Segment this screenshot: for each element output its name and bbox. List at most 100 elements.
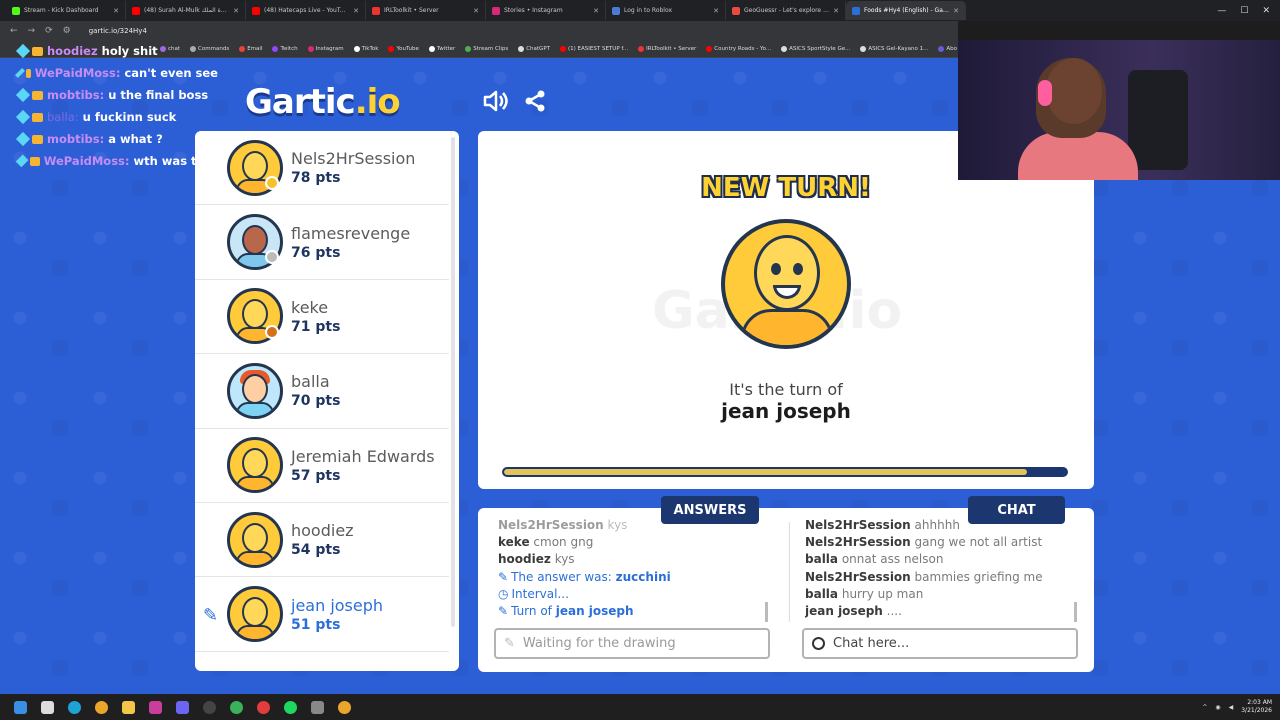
bookmark-item[interactable]: TikTok bbox=[353, 46, 378, 52]
bookmark-item[interactable]: (1) EASIEST SETUP f... bbox=[560, 46, 628, 52]
browser-tab[interactable]: IRLToolkit • Server ✕ bbox=[366, 1, 486, 20]
bookmark-item[interactable]: Twitter bbox=[428, 46, 455, 52]
share-icon[interactable] bbox=[523, 89, 547, 113]
tab-favicon-icon bbox=[732, 6, 740, 15]
player-row[interactable]: Jeremiah Edwards 57 pts bbox=[195, 429, 449, 503]
tab-close-icon[interactable]: ✕ bbox=[113, 7, 119, 15]
site-info-icon[interactable]: ⚙ bbox=[63, 26, 71, 36]
obs-icon[interactable] bbox=[203, 700, 216, 714]
crown-badge-icon bbox=[32, 112, 43, 122]
chat-input[interactable]: Chat here... bbox=[802, 628, 1078, 659]
browser-tab[interactable]: Log in to Roblox ✕ bbox=[606, 1, 726, 20]
bookmark-item[interactable]: Country Roads - Yo... bbox=[706, 46, 771, 52]
chrome-icon[interactable] bbox=[95, 700, 108, 714]
chat-text: bammies griefing me bbox=[914, 569, 1043, 584]
spotify-icon[interactable] bbox=[284, 700, 297, 714]
discord-icon[interactable] bbox=[176, 700, 189, 714]
player-rank-badge bbox=[265, 176, 279, 190]
network-icon[interactable]: ◉ bbox=[1215, 704, 1220, 711]
bookmark-icon bbox=[518, 46, 525, 52]
player-points: 57 pts bbox=[291, 467, 341, 484]
bookmark-label: YouTube bbox=[396, 46, 419, 52]
player-points: 71 pts bbox=[291, 318, 341, 335]
bookmark-icon bbox=[706, 46, 713, 52]
bookmark-item[interactable]: Instagram bbox=[307, 46, 344, 52]
forward-icon[interactable]: → bbox=[28, 26, 36, 36]
browser-tab[interactable]: (48) Hatecaps Live - YouTube ✕ bbox=[246, 1, 366, 20]
reload-icon[interactable]: ⟳ bbox=[45, 26, 53, 36]
tab-close-icon[interactable]: ✕ bbox=[233, 7, 239, 15]
tab-close-icon[interactable]: ✕ bbox=[713, 7, 719, 15]
bookmark-item[interactable]: ASICS SportStyle Ge... bbox=[781, 46, 850, 52]
answers-chat-panel: ANSWERS CHAT Nels2HrSession kys keke cmon… bbox=[478, 496, 1094, 672]
browser-tab[interactable]: GeoGuessr - Let's explore the w✕ bbox=[726, 1, 846, 20]
answer-input[interactable]: ✎ Waiting for the drawing bbox=[494, 628, 770, 659]
player-points: 54 pts bbox=[291, 542, 341, 559]
avatar-face bbox=[242, 225, 268, 256]
browser-tab[interactable]: (48) Surah Al-Mulk سورة الملك ✕ bbox=[126, 1, 246, 20]
bookmark-item[interactable]: Stream Clips bbox=[465, 46, 508, 52]
player-row[interactable]: balla 70 pts bbox=[195, 354, 449, 429]
player-name: balla bbox=[291, 372, 330, 392]
answers-scrollbar[interactable] bbox=[765, 602, 768, 622]
chrome-icon[interactable] bbox=[230, 700, 243, 714]
bookmark-icon bbox=[307, 46, 314, 52]
tab-close-icon[interactable]: ✕ bbox=[473, 7, 479, 15]
bookmark-item[interactable]: Email bbox=[239, 46, 262, 52]
bookmark-item[interactable]: ASICS Gel-Kayano 1... bbox=[860, 46, 928, 52]
tab-close-icon[interactable]: ✕ bbox=[833, 7, 839, 15]
app-icon[interactable] bbox=[149, 700, 162, 714]
browser-tab[interactable]: Stream - Kick Dashboard ✕ bbox=[6, 1, 126, 20]
task-view-icon[interactable] bbox=[41, 700, 54, 714]
player-row[interactable]: hoodiez 54 pts bbox=[195, 503, 449, 578]
chat-user: Nels2HrSession bbox=[805, 535, 911, 550]
browser-tab[interactable]: Stories • Instagram ✕ bbox=[486, 1, 606, 20]
maximize-icon[interactable]: ☐ bbox=[1240, 6, 1248, 16]
folder-icon[interactable] bbox=[122, 700, 135, 714]
minimize-icon[interactable]: — bbox=[1217, 6, 1226, 16]
tab-favicon-icon bbox=[132, 6, 140, 15]
browser-tab[interactable]: Foods #Hy4 (English) - Gartic.io ✕ bbox=[846, 1, 966, 20]
app-icon[interactable] bbox=[311, 700, 324, 714]
chat-text: .... bbox=[886, 603, 902, 618]
tab-favicon-icon bbox=[252, 6, 260, 15]
bookmark-item[interactable]: Twitch bbox=[272, 46, 298, 52]
answer-message: hoodiez kys bbox=[498, 552, 768, 569]
volume-icon[interactable]: ◀ bbox=[1229, 704, 1234, 711]
windows-start-icon[interactable] bbox=[14, 700, 27, 714]
sound-icon[interactable] bbox=[483, 89, 509, 113]
system-clock[interactable]: 2:03 AM 3/21/2026 bbox=[1241, 699, 1272, 715]
back-icon[interactable]: ← bbox=[10, 26, 18, 36]
bookmark-item[interactable]: Abo bbox=[938, 46, 957, 52]
players-scrollbar[interactable] bbox=[451, 137, 455, 627]
crown-badge-icon bbox=[30, 156, 40, 166]
answer-text: The answer was: bbox=[511, 569, 612, 584]
player-row[interactable]: keke 71 pts bbox=[195, 280, 449, 355]
url-input[interactable]: gartic.io/324Hy4 bbox=[89, 27, 147, 35]
tab-close-icon[interactable]: ✕ bbox=[953, 7, 959, 15]
close-icon[interactable]: ✕ bbox=[1262, 6, 1270, 16]
edge-icon[interactable] bbox=[68, 700, 81, 714]
player-name: jean joseph bbox=[291, 595, 384, 615]
player-row[interactable]: flamesrevenge 76 pts bbox=[195, 205, 449, 280]
bookmark-item[interactable]: YouTube bbox=[388, 46, 419, 52]
turn-label: It's the turn of bbox=[729, 380, 843, 399]
chat-scrollbar[interactable] bbox=[1074, 602, 1077, 622]
player-info: Nels2HrSession 78 pts bbox=[291, 149, 415, 186]
panel-divider bbox=[789, 522, 790, 622]
player-points: 76 pts bbox=[291, 244, 341, 261]
opera-icon[interactable] bbox=[257, 700, 270, 714]
player-row[interactable]: Nels2HrSession 78 pts bbox=[195, 131, 449, 206]
drawing-canvas[interactable]: Gartic.io NEW TURN! It's the turn of jea… bbox=[478, 131, 1094, 489]
bookmark-item[interactable]: IRLToolkit • Server bbox=[638, 46, 696, 52]
chevron-up-icon[interactable]: ^ bbox=[1202, 704, 1207, 711]
stream-chat-text: u the final boss bbox=[108, 88, 209, 102]
tab-favicon-icon bbox=[612, 6, 620, 15]
tab-label: IRLToolkit • Server bbox=[384, 7, 439, 14]
chrome-icon[interactable] bbox=[338, 700, 351, 714]
player-row[interactable]: ✎ jean joseph 51 pts bbox=[195, 577, 449, 652]
bookmark-item[interactable]: ChatGPT bbox=[518, 46, 550, 52]
tab-close-icon[interactable]: ✕ bbox=[593, 7, 599, 15]
bookmark-label: ASICS Gel-Kayano 1... bbox=[868, 46, 929, 52]
tab-close-icon[interactable]: ✕ bbox=[353, 7, 359, 15]
